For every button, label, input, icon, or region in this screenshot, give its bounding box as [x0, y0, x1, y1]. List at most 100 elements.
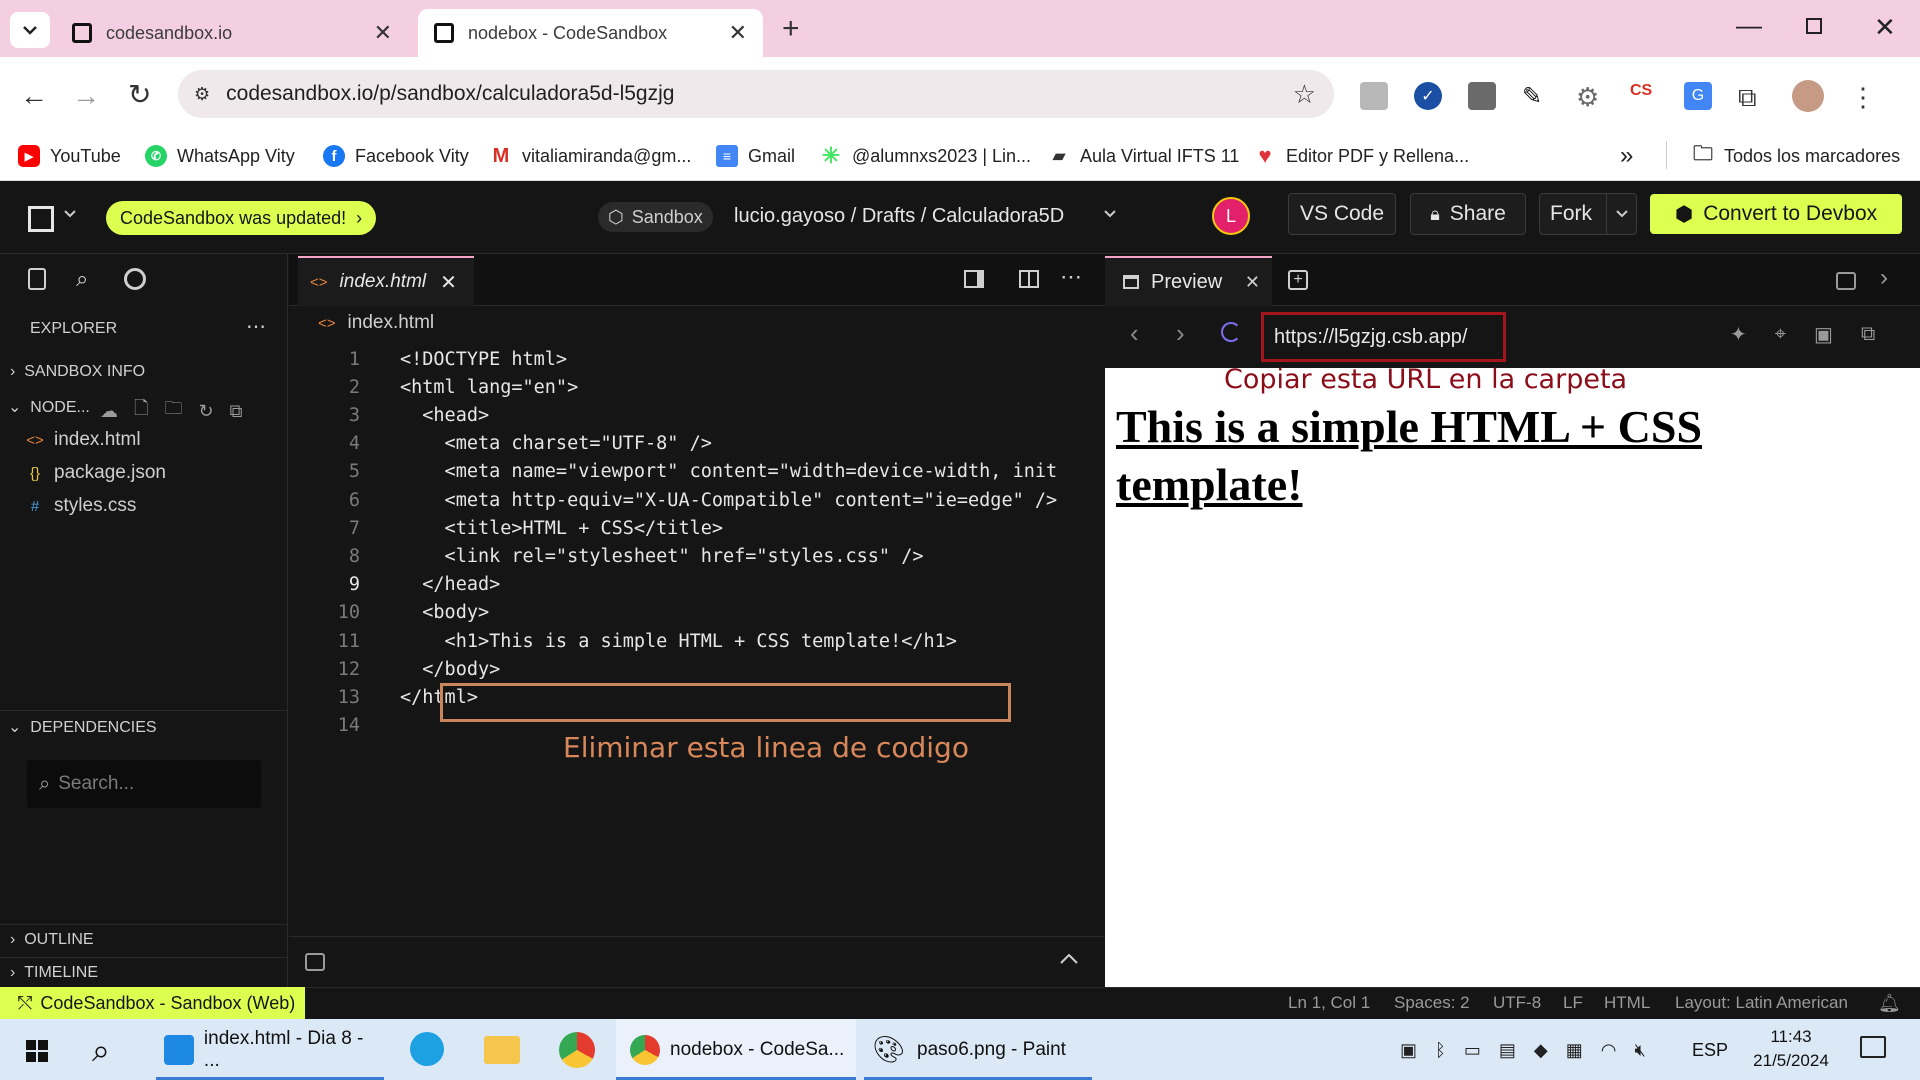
status-remote-indicator[interactable]: ⤲ CodeSandbox - Sandbox (Web)	[0, 987, 305, 1019]
bookmark-pdf-editor[interactable]: ♥ Editor PDF y Rellena...	[1254, 131, 1469, 181]
folder-section[interactable]: ⌄ NODE...	[8, 397, 90, 417]
check-extension-icon[interactable]: ✓	[1414, 82, 1442, 110]
preview-tab[interactable]: Preview ✕	[1105, 256, 1272, 306]
wifi-icon[interactable]: ◠	[1601, 1040, 1617, 1061]
cube-extension-icon[interactable]	[1360, 82, 1388, 110]
sparkle-icon[interactable]: ✦	[1730, 322, 1747, 347]
console-icon[interactable]: ▣	[1814, 322, 1833, 347]
share-button[interactable]: 🔒︎ Share	[1410, 193, 1526, 235]
status-eol[interactable]: LF	[1563, 987, 1583, 1019]
keyboard-language[interactable]: ESP	[1692, 1040, 1728, 1061]
nvidia-icon[interactable]: ◆	[1534, 1040, 1548, 1061]
bookmark-gmail[interactable]: ≡ Gmail	[716, 131, 795, 181]
clock[interactable]: 11:43 21/5/2024	[1746, 1025, 1836, 1073]
dependencies-section[interactable]: ⌄ DEPENDENCIES	[8, 717, 157, 737]
bookmark-youtube[interactable]: ▶ YouTube	[18, 131, 121, 181]
more-actions-icon[interactable]: ⋯	[246, 314, 266, 339]
chevron-right-icon[interactable]: ›	[1880, 264, 1888, 292]
open-external-icon[interactable]: ⧉	[1861, 323, 1875, 346]
browser-tab-codesandbox[interactable]: codesandbox.io ✕	[56, 9, 408, 57]
chevron-down-icon[interactable]	[1104, 210, 1116, 218]
chevron-down-icon[interactable]	[64, 210, 76, 218]
avatar[interactable]: L	[1212, 197, 1250, 235]
more-bookmarks-button[interactable]: »	[1620, 131, 1633, 181]
file-item-package-json[interactable]: {} package.json	[26, 458, 166, 488]
close-icon[interactable]: ✕	[1245, 272, 1260, 293]
bookmark-aula-virtual[interactable]: ▰ Aula Virtual IFTS 11	[1048, 131, 1240, 181]
eyedropper-extension-icon[interactable]: ✎	[1522, 82, 1550, 110]
preview-forward-icon[interactable]: ›	[1176, 318, 1185, 349]
reload-button[interactable]: ↻	[128, 78, 151, 111]
close-icon[interactable]: ✕	[729, 20, 747, 46]
window-close-button[interactable]: ✕	[1874, 12, 1896, 43]
bookmark-linktree[interactable]: ✳ @alumnxs2023 | Lin...	[820, 131, 1031, 181]
new-file-icon[interactable]: 🗋	[134, 396, 148, 426]
forward-button[interactable]: →	[72, 80, 100, 112]
browser-tab-nodebox[interactable]: nodebox - CodeSandbox ✕	[418, 9, 763, 57]
add-tab-icon[interactable]: +	[1288, 270, 1308, 290]
search-icon[interactable]: ⌕	[76, 266, 88, 292]
notification-icon[interactable]	[1860, 1036, 1886, 1058]
bookmark-whatsapp[interactable]: ✆ WhatsApp Vity	[145, 131, 295, 181]
bluetooth-icon[interactable]: ᛒ	[1435, 1040, 1446, 1061]
sandbox-breadcrumb[interactable]: lucio.gayoso / Drafts / Calculadora5D	[734, 205, 1064, 228]
convert-to-devbox-button[interactable]: ⬢ Convert to Devbox	[1650, 194, 1902, 234]
cors-extension-icon[interactable]: CS	[1630, 82, 1658, 110]
chrome-icon[interactable]	[559, 1032, 595, 1068]
layout-toggle-icon[interactable]	[1836, 272, 1856, 290]
vscode-button[interactable]: VS Code	[1288, 193, 1396, 235]
crosshair-icon[interactable]: ⌖	[1775, 323, 1786, 346]
taskbar-app-paint[interactable]: 🎨︎ paso6.png - Paint	[864, 1019, 1092, 1080]
updated-notice[interactable]: CodeSandbox was updated! ›	[106, 201, 377, 235]
all-bookmarks-button[interactable]: 🗀 Todos los marcadores	[1692, 131, 1900, 181]
split-editor-icon[interactable]	[1019, 270, 1039, 288]
file-item-index-html[interactable]: <> index.html	[26, 425, 140, 455]
close-icon[interactable]: ✕	[440, 270, 457, 295]
windows-start-icon[interactable]	[26, 1040, 48, 1062]
minimize-button[interactable]: —	[1736, 10, 1762, 41]
outline-section[interactable]: › OUTLINE	[10, 931, 94, 949]
bookmark-gmail-account[interactable]: M vitaliamiranda@gm...	[490, 131, 692, 181]
refresh-icon[interactable]: ↻	[198, 401, 213, 422]
tab-search-button[interactable]	[10, 12, 50, 48]
status-encoding[interactable]: UTF-8	[1493, 987, 1541, 1019]
github-icon[interactable]	[124, 268, 146, 290]
preview-refresh-icon[interactable]	[1221, 322, 1241, 342]
status-cursor-position[interactable]: Ln 1, Col 1	[1288, 987, 1370, 1019]
search-icon[interactable]: ⌕	[92, 1032, 110, 1070]
collapse-icon[interactable]: ⧉	[230, 401, 243, 422]
status-language[interactable]: HTML	[1604, 987, 1650, 1019]
dependency-search-input[interactable]: ⌕ Search...	[27, 760, 261, 808]
puzzle-icon[interactable]: ⧉	[1738, 82, 1766, 112]
chevron-down-icon[interactable]	[1606, 194, 1636, 234]
status-indentation[interactable]: Spaces: 2	[1394, 987, 1470, 1019]
more-actions-icon[interactable]: ⋯	[1060, 264, 1082, 290]
site-info-icon[interactable]: ⚙	[194, 84, 210, 105]
csb-logo-menu[interactable]	[28, 206, 54, 232]
camera-icon[interactable]: ▣	[1400, 1040, 1417, 1061]
taskbar-app-chrome[interactable]: nodebox - CodeSa...	[616, 1019, 856, 1080]
file-explorer-icon[interactable]	[484, 1036, 520, 1064]
preview-back-icon[interactable]: ‹	[1130, 318, 1139, 349]
status-keyboard-layout[interactable]: Layout: Latin American	[1675, 987, 1848, 1019]
gear-extension-icon[interactable]: ⚙	[1576, 82, 1604, 112]
kebab-menu-icon[interactable]: ⋮	[1850, 82, 1876, 112]
preview-url-input[interactable]: https://l5gzjg.csb.app/	[1261, 312, 1506, 362]
taskbar-app-vscode[interactable]: index.html - Dia 8 - ...	[156, 1019, 384, 1080]
fork-button[interactable]: Fork	[1539, 193, 1637, 235]
sandbox-info-section[interactable]: › SANDBOX INFO	[10, 363, 145, 381]
battery-icon[interactable]: ▭	[1464, 1040, 1481, 1061]
terminal-icon[interactable]	[305, 953, 325, 971]
cloud-upload-icon[interactable]: ☁	[100, 401, 118, 422]
new-tab-button[interactable]: +	[782, 12, 800, 46]
back-button[interactable]: ←	[20, 80, 48, 112]
frame-extension-icon[interactable]	[1468, 82, 1496, 110]
new-folder-icon[interactable]: 🗀	[164, 396, 182, 426]
bell-icon[interactable]: 🔔︎	[1878, 987, 1901, 1019]
file-item-styles-css[interactable]: # styles.css	[26, 491, 137, 521]
file-icon[interactable]	[28, 268, 46, 290]
profile-avatar[interactable]	[1792, 80, 1824, 112]
restore-button[interactable]	[1806, 18, 1822, 34]
monitor-icon[interactable]: ▤	[1499, 1040, 1516, 1061]
bookmark-facebook[interactable]: f Facebook Vity	[323, 131, 469, 181]
